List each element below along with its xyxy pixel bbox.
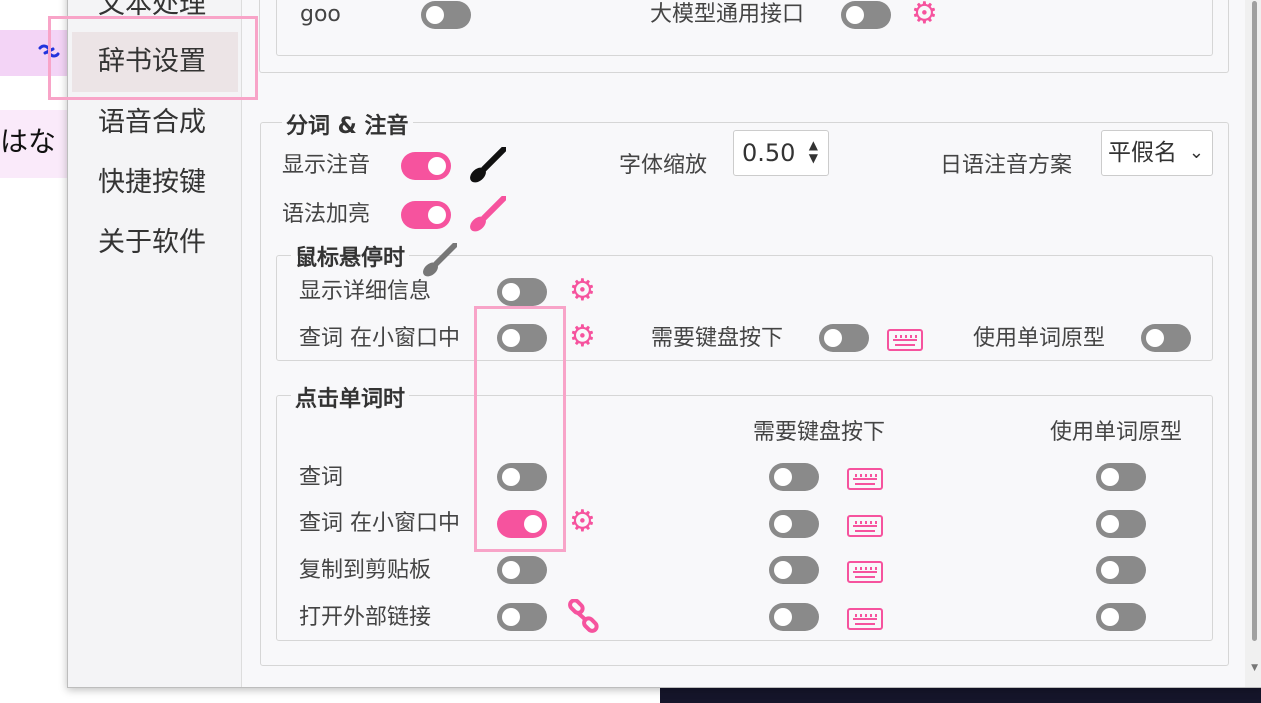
keyboard-icon[interactable] (847, 608, 883, 630)
hover-need-key-toggle[interactable] (819, 324, 869, 352)
click-lookup-label: 查词 (299, 465, 344, 490)
sidebar-item-text-processing[interactable]: 文本处理 (72, 0, 238, 35)
click-copy-label: 复制到剪贴板 (299, 558, 432, 583)
click-lookup-small-label: 查词 在小窗口中 (299, 511, 460, 536)
click-group-title: 点击单词时 (291, 387, 410, 413)
grammar-label: 语法加亮 (282, 202, 371, 227)
jp-ruby-value: 平假名 (1108, 140, 1177, 166)
hover-lookup-small-toggle[interactable] (497, 324, 547, 352)
brush-icon[interactable] (468, 146, 507, 187)
hover-group-title: 鼠标悬停时 (291, 246, 410, 272)
font-scale-spinbox[interactable]: 0.50 ▲ ▼ (733, 130, 829, 176)
show-ruby-label: 显示注音 (282, 153, 371, 178)
hover-detail-label: 显示详细信息 (299, 279, 432, 304)
link-icon (36, 40, 62, 67)
settings-content: goo 大模型通用接口 ⚙ 分词 & 注音 显示注音 字体缩放 0.50 ▲ ▼ … (243, 0, 1241, 687)
keyboard-icon[interactable] (847, 468, 883, 490)
vertical-scrollbar[interactable]: ▼ (1245, 0, 1261, 687)
click-lookup-use-lemma-toggle[interactable] (1096, 463, 1146, 491)
goo-toggle[interactable] (421, 1, 471, 29)
gear-icon[interactable]: ⚙ (569, 276, 596, 306)
font-scale-label: 字体缩放 (619, 153, 708, 178)
click-copy-need-key-toggle[interactable] (769, 556, 819, 584)
click-lookup-toggle[interactable] (497, 463, 547, 491)
click-lookup-small-toggle[interactable] (497, 510, 547, 538)
spin-arrows-icon[interactable]: ▲ ▼ (809, 139, 818, 165)
hover-use-lemma-label: 使用单词原型 (973, 326, 1106, 351)
scrollbar-thumb[interactable] (1252, 1, 1257, 641)
gear-icon[interactable]: ⚙ (911, 0, 938, 29)
settings-dialog: 文本处理 辞书设置 语音合成 快捷按键 关于软件 goo 大模型通用接口 ⚙ 分… (67, 0, 1261, 688)
brush-icon[interactable] (468, 195, 507, 236)
keyboard-icon[interactable] (847, 561, 883, 583)
scroll-down-icon[interactable]: ▼ (1251, 663, 1258, 673)
click-open-link-need-key-toggle[interactable] (769, 603, 819, 631)
click-copy-use-lemma-toggle[interactable] (1096, 556, 1146, 584)
sidebar-item-about[interactable]: 关于软件 (72, 213, 238, 273)
click-open-link-toggle[interactable] (497, 603, 547, 631)
click-lookup-need-key-toggle[interactable] (769, 463, 819, 491)
sidebar-item-dictionary-settings[interactable]: 辞书设置 (72, 32, 238, 92)
gear-icon[interactable]: ⚙ (569, 507, 596, 537)
click-col-use-lemma: 使用单词原型 (1050, 420, 1183, 445)
gear-icon[interactable]: ⚙ (569, 322, 596, 352)
settings-sidebar: 文本处理 辞书设置 语音合成 快捷按键 关于软件 (68, 0, 242, 687)
background-text: はな (0, 125, 57, 158)
jp-ruby-label: 日语注音方案 (940, 153, 1073, 178)
click-lookup-small-need-key-toggle[interactable] (769, 510, 819, 538)
click-lookup-small-use-lemma-toggle[interactable] (1096, 510, 1146, 538)
hover-detail-toggle[interactable] (497, 278, 547, 306)
goo-label: goo (300, 2, 341, 27)
sidebar-item-tts[interactable]: 语音合成 (72, 93, 238, 153)
chevron-down-icon: ⌄ (1188, 142, 1204, 163)
brush-icon[interactable] (421, 242, 458, 281)
font-scale-value: 0.50 (742, 139, 796, 167)
click-col-need-key: 需要键盘按下 (753, 420, 886, 445)
sidebar-item-hotkeys[interactable]: 快捷按键 (72, 153, 238, 213)
show-ruby-toggle[interactable] (401, 152, 451, 180)
jp-ruby-select[interactable]: 平假名 ⌄ (1101, 130, 1213, 176)
keyboard-icon[interactable] (887, 329, 923, 351)
llm-toggle[interactable] (841, 1, 891, 29)
hover-use-lemma-toggle[interactable] (1141, 324, 1191, 352)
background-window (660, 688, 1261, 703)
annotation-group-title: 分词 & 注音 (282, 114, 413, 140)
click-open-link-use-lemma-toggle[interactable] (1096, 603, 1146, 631)
click-open-link-label: 打开外部链接 (299, 605, 432, 630)
grammar-toggle[interactable] (401, 201, 451, 229)
hover-need-key-label: 需要键盘按下 (651, 326, 784, 351)
llm-label: 大模型通用接口 (650, 2, 805, 27)
hover-lookup-small-label: 查词 在小窗口中 (299, 326, 460, 351)
keyboard-icon[interactable] (847, 515, 883, 537)
click-copy-toggle[interactable] (497, 556, 547, 584)
link-icon[interactable] (566, 598, 600, 637)
